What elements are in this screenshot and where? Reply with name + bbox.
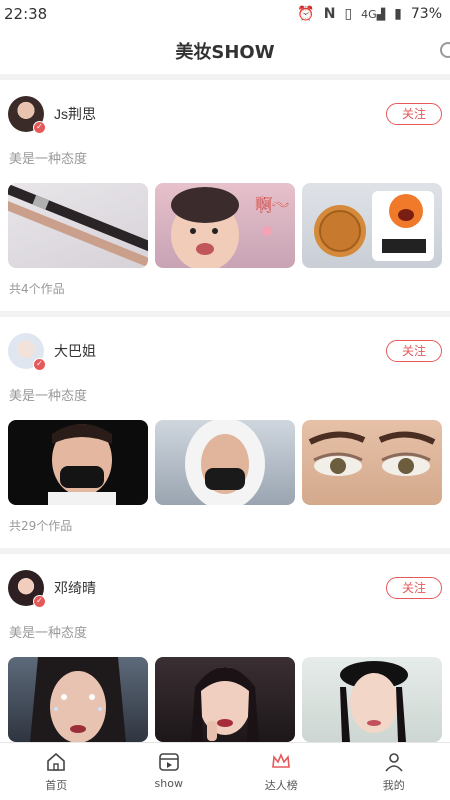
user-motto: 美是一种态度 <box>9 626 88 641</box>
baby-photo[interactable]: 啊～ <box>155 183 295 268</box>
card-header: ✓ 大巴姐 关注 <box>8 333 442 371</box>
tab-label: show <box>154 777 183 790</box>
bottom-tab-bar: 首页 show 达人榜 我的 <box>0 742 450 800</box>
pens-photo[interactable] <box>8 183 148 268</box>
woman-portrait-photo[interactable] <box>155 657 295 742</box>
signal-icon: 4G▟ <box>361 7 386 21</box>
creator-card: ✓ 大巴姐 关注 美是一种态度 共29个作品 <box>0 317 450 548</box>
follow-button[interactable]: 关注 <box>386 340 442 362</box>
search-icon[interactable] <box>440 42 450 58</box>
works-count: 共4个作品 <box>9 282 65 296</box>
verified-badge-icon: ✓ <box>33 595 46 608</box>
battery-percent: 73% <box>410 6 442 22</box>
creator-card: ✓ Js荆思 关注 美是一种态度 啊～ 共4个作品 <box>0 80 450 311</box>
creator-card: ✓ 邓绮晴 关注 美是一种态度 <box>0 554 450 742</box>
tab-label: 达人榜 <box>264 779 298 792</box>
beret-portrait-photo[interactable] <box>302 657 442 742</box>
card-header: ✓ 邓绮晴 关注 <box>8 570 442 608</box>
home-icon <box>45 751 67 773</box>
alarm-icon: ⏰ <box>297 6 315 22</box>
avatar[interactable]: ✓ <box>8 333 46 371</box>
battery-icon: ▮ <box>394 6 402 22</box>
follow-button[interactable]: 关注 <box>386 103 442 125</box>
thumbnail-row: 啊～ <box>8 183 442 268</box>
status-bar: 22:38 ⏰ N ▯ 4G▟ ▮ 73% <box>0 0 450 28</box>
glitter-makeup-photo[interactable] <box>8 657 148 742</box>
avatar[interactable]: ✓ <box>8 96 46 134</box>
thumbnail-row <box>8 657 442 742</box>
status-time: 22:38 <box>4 5 48 23</box>
status-icons: ⏰ N ▯ 4G▟ ▮ 73% <box>297 6 442 22</box>
tab-show[interactable]: show <box>113 743 226 800</box>
tab-label: 我的 <box>382 779 405 792</box>
verified-badge-icon: ✓ <box>33 121 46 134</box>
network-label: 4G <box>361 7 377 21</box>
page-title: 美妆SHOW <box>175 42 275 63</box>
user-motto: 美是一种态度 <box>9 152 88 167</box>
tab-home[interactable]: 首页 <box>0 743 113 800</box>
eye-makeup-photo[interactable] <box>302 420 442 505</box>
user-name[interactable]: 大巴姐 <box>54 341 96 361</box>
selfie-mask-photo[interactable] <box>8 420 148 505</box>
tab-ranking[interactable]: 达人榜 <box>225 743 338 800</box>
avatar[interactable]: ✓ <box>8 570 46 608</box>
card-header: ✓ Js荆思 关注 <box>8 96 442 134</box>
tab-label: 首页 <box>45 779 68 792</box>
user-name[interactable]: Js荆思 <box>54 104 96 124</box>
svg-text:啊～: 啊～ <box>255 196 289 216</box>
nfc-icon: N <box>323 6 336 22</box>
hood-mask-photo[interactable] <box>155 420 295 505</box>
thumbnail-row <box>8 420 442 505</box>
follow-button[interactable]: 关注 <box>386 577 442 599</box>
creator-feed[interactable]: ✓ Js荆思 关注 美是一种态度 啊～ 共4个作品 ✓ 大巴姐 关注 美是一种态… <box>0 80 450 742</box>
works-count: 共29个作品 <box>9 519 73 533</box>
crown-icon <box>270 751 292 773</box>
app-header: 美妆SHOW <box>0 28 450 74</box>
mooncake-photo[interactable] <box>302 183 442 268</box>
tab-profile[interactable]: 我的 <box>338 743 450 800</box>
user-motto: 美是一种态度 <box>9 389 88 404</box>
user-name[interactable]: 邓绮晴 <box>54 578 96 598</box>
person-icon <box>383 751 405 773</box>
verified-badge-icon: ✓ <box>33 358 46 371</box>
video-icon <box>158 751 180 773</box>
vibrate-icon: ▯ <box>344 6 353 22</box>
